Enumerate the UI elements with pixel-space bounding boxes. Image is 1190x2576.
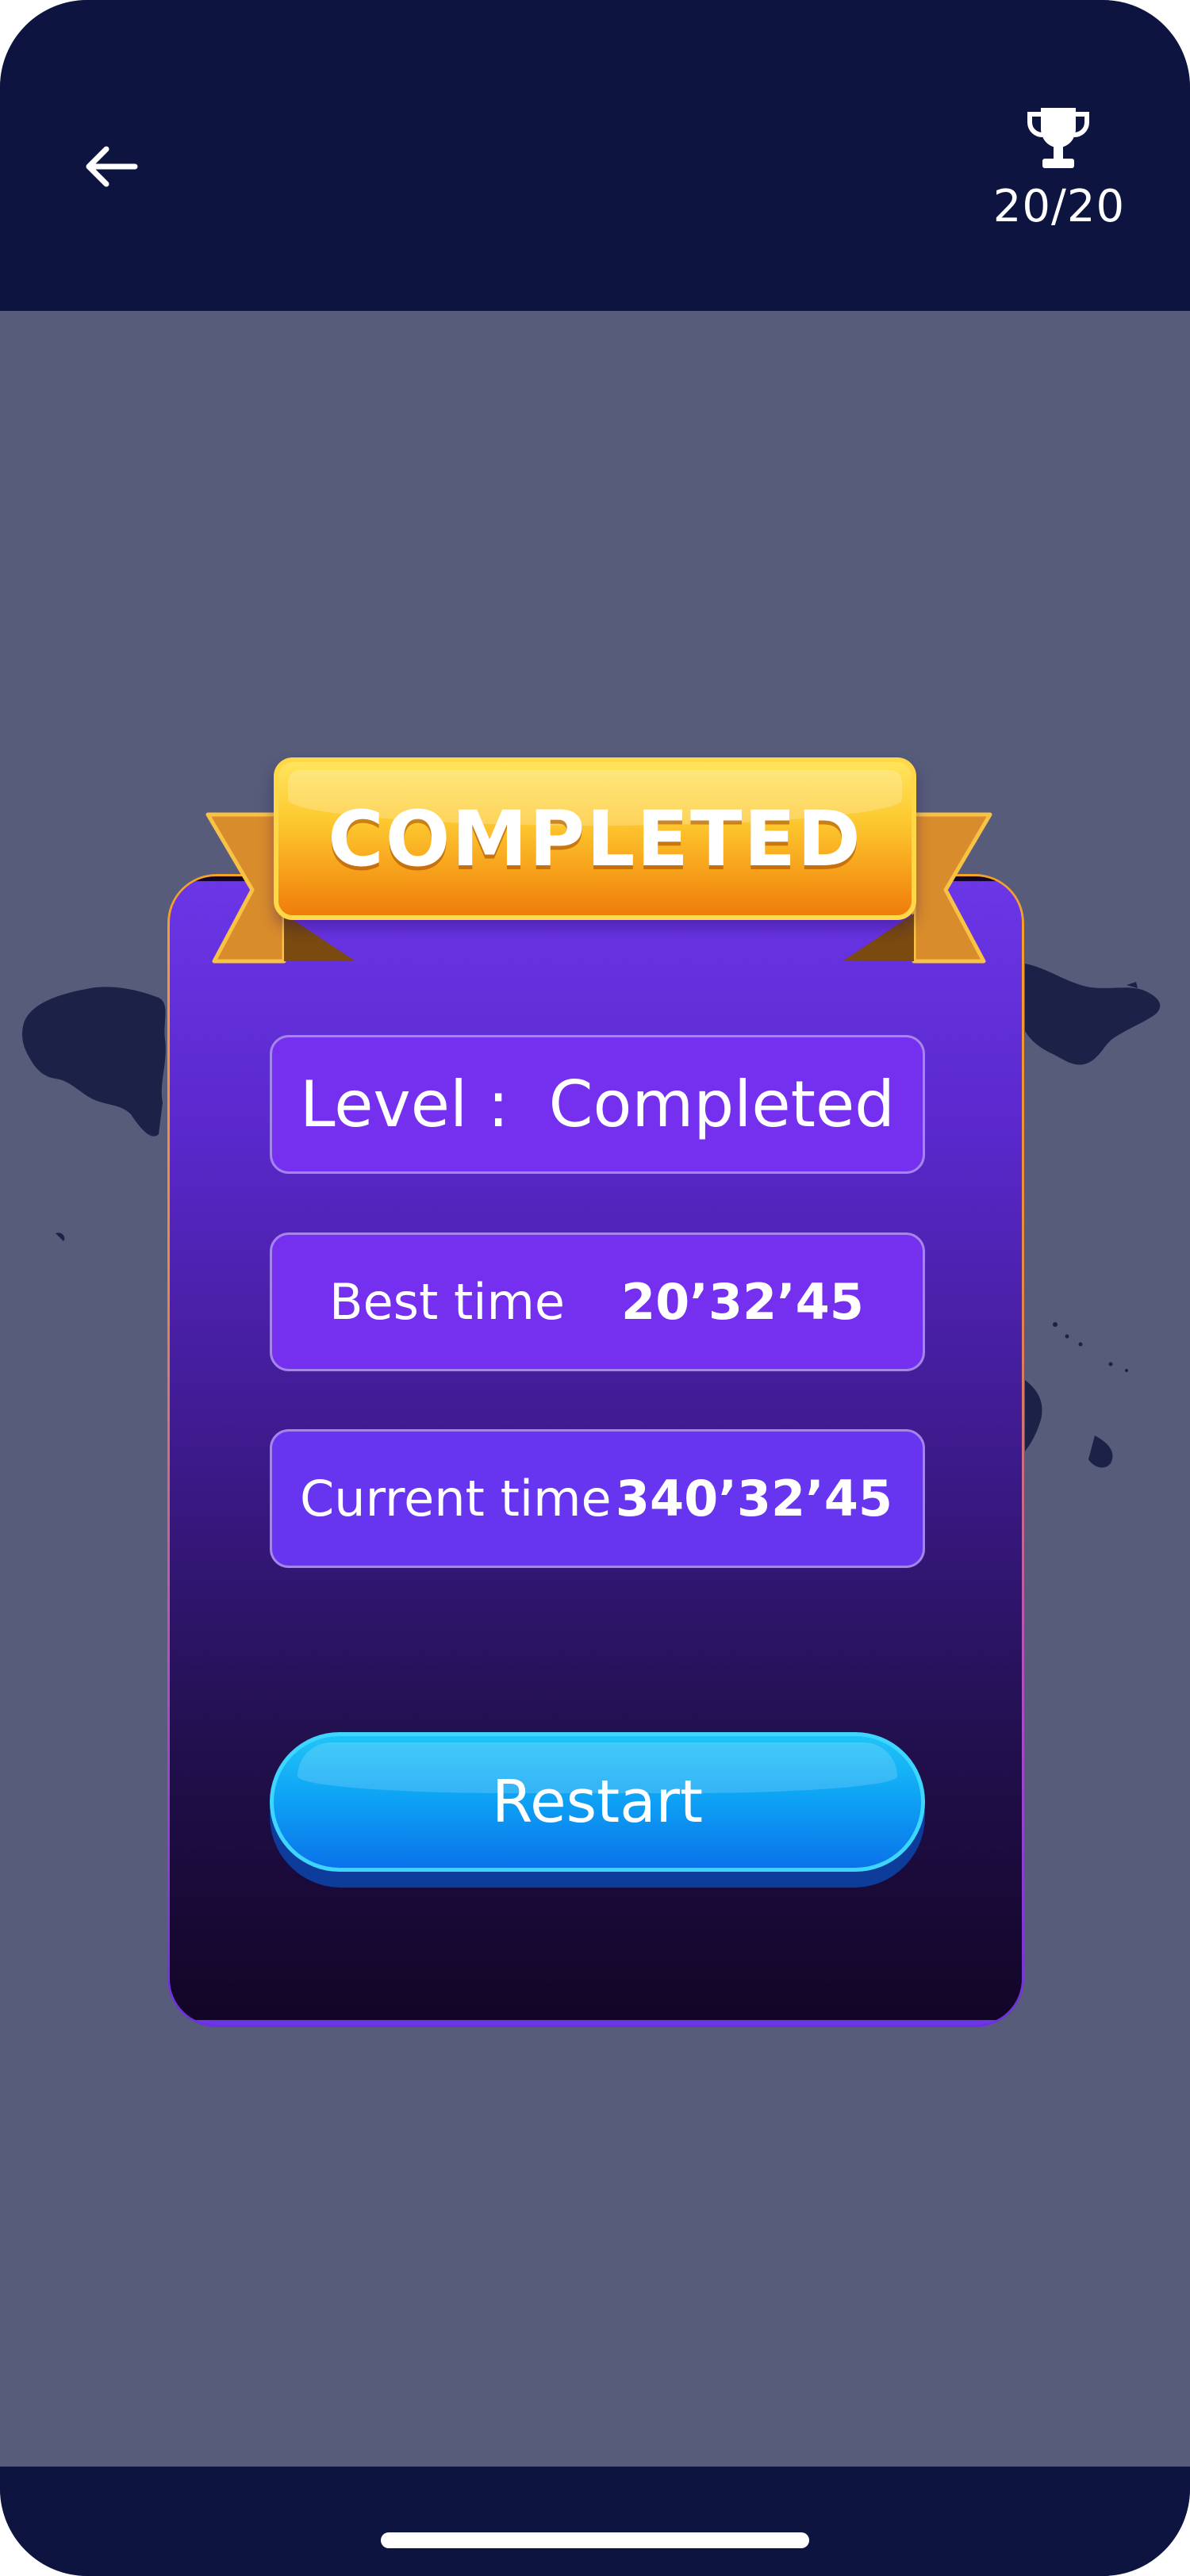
level-label: Level : (300, 1068, 509, 1141)
banner-title: COMPLETED (328, 794, 862, 884)
completed-banner: COMPLETED (274, 757, 916, 920)
screen: 20/20 COMPLETED Level : Completed Best t… (0, 0, 1190, 2576)
level-status-row: Level : Completed (270, 1035, 925, 1174)
bottom-bar (0, 2467, 1190, 2576)
best-time-value: 20’32’45 (621, 1273, 864, 1331)
current-time-row: Current time 340’32’45 (270, 1429, 925, 1568)
current-time-label: Current time (300, 1470, 612, 1528)
level-value: Completed (548, 1068, 895, 1141)
top-bar: 20/20 (0, 0, 1190, 311)
best-time-label: Best time (329, 1273, 566, 1331)
score-counter: 20/20 (992, 181, 1126, 232)
best-time-row: Best time 20’32’45 (270, 1232, 925, 1371)
restart-button-label: Restart (492, 1768, 703, 1836)
back-button[interactable] (75, 135, 147, 198)
trophy-icon (1027, 108, 1089, 168)
current-time-value: 340’32’45 (615, 1470, 892, 1528)
arrow-left-icon (86, 146, 138, 187)
home-indicator[interactable] (381, 2532, 809, 2548)
restart-button[interactable]: Restart (270, 1732, 925, 1872)
